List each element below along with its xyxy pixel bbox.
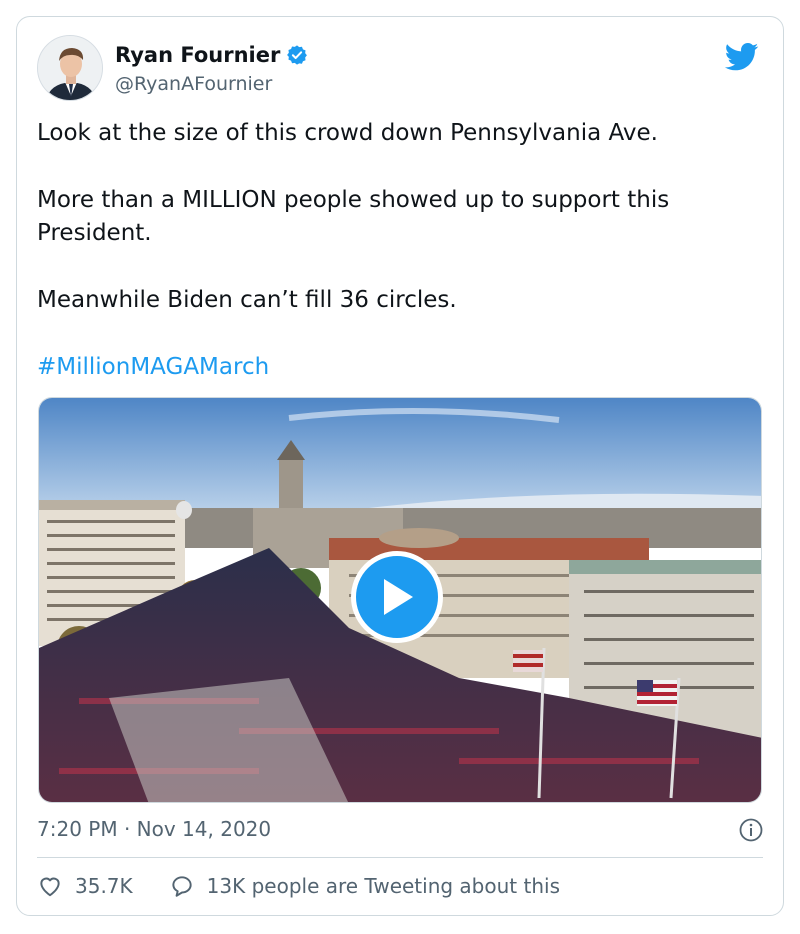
verified-badge-icon [287, 45, 308, 65]
video-player[interactable] [38, 397, 762, 803]
play-icon [384, 579, 413, 615]
twitter-bird-icon[interactable] [725, 43, 759, 71]
author-name-row: Ryan Fournier [115, 43, 308, 67]
conversation-link[interactable]: 13K people are Tweeting about this [169, 873, 560, 899]
tweet-text: Look at the size of this crowd down Penn… [37, 117, 765, 384]
tweet-actions: 35.7K 13K people are Tweeting about this [37, 873, 560, 899]
tweet-card: Ryan Fournier @RyanAFournier Look at the… [16, 16, 784, 916]
tweet-text-line: More than a MILLION people showed up to … [37, 187, 670, 246]
divider [37, 857, 763, 858]
conversation-text: 13K people are Tweeting about this [206, 874, 560, 898]
heart-icon [40, 877, 60, 897]
tweet-header: Ryan Fournier @RyanAFournier [37, 35, 763, 105]
author-handle[interactable]: @RyanAFournier [115, 73, 272, 95]
avatar-portrait [38, 36, 102, 100]
tweet-timestamp[interactable]: 7:20 PM · Nov 14, 2020 [37, 817, 271, 841]
info-icon[interactable] [739, 818, 763, 842]
tweet-text-line: Meanwhile Biden can’t fill 36 circles. [37, 287, 457, 313]
like-button[interactable]: 35.7K [37, 873, 133, 899]
tweet-text-line: Look at the size of this crowd down Penn… [37, 120, 658, 146]
hashtag-link[interactable]: #MillionMAGAMarch [37, 351, 765, 384]
author-display-name[interactable]: Ryan Fournier [115, 43, 280, 67]
like-count: 35.7K [75, 874, 133, 898]
play-button[interactable] [351, 551, 443, 643]
speech-bubble-icon [172, 876, 192, 897]
avatar[interactable] [37, 35, 103, 101]
